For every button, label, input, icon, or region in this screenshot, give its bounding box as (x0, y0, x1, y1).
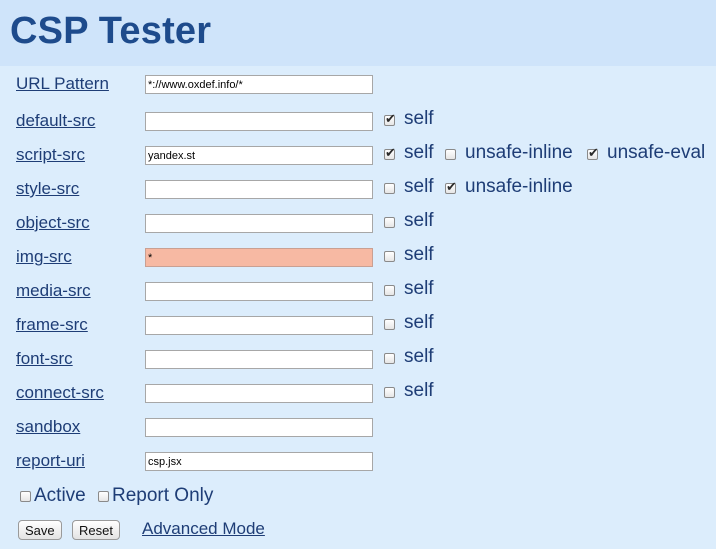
url-pattern-input[interactable] (145, 75, 373, 94)
default-src-self-label: self (404, 108, 434, 129)
report-only-checkbox[interactable] (98, 491, 109, 502)
save-button[interactable]: Save (18, 520, 62, 540)
default-src-input[interactable] (145, 112, 373, 131)
connect-src-self-label: self (404, 380, 434, 401)
connect-src-label[interactable]: connect-src (16, 383, 104, 403)
header-bar: CSP Tester (0, 0, 716, 66)
active-checkbox[interactable] (20, 491, 31, 502)
font-src-label[interactable]: font-src (16, 349, 73, 369)
row-report-uri: report-uri (0, 444, 716, 478)
script-src-input[interactable] (145, 146, 373, 165)
media-src-self-checkbox[interactable] (384, 285, 395, 296)
advanced-mode-link[interactable]: Advanced Mode (142, 519, 265, 539)
frame-src-self-label: self (404, 312, 434, 333)
script-src-self-label: self (404, 142, 434, 163)
row-script-src: script-src ✔ self unsafe-inline ✔ unsafe… (0, 138, 716, 172)
default-src-label[interactable]: default-src (16, 111, 95, 131)
style-src-self-label: self (404, 176, 434, 197)
active-label: Active (34, 485, 86, 506)
script-src-label[interactable]: script-src (16, 145, 85, 165)
default-src-self-checkbox[interactable]: ✔ (384, 111, 396, 126)
font-src-input[interactable] (145, 350, 373, 369)
media-src-label[interactable]: media-src (16, 281, 91, 301)
checkmark-icon: ✔ (385, 111, 396, 126)
frame-src-input[interactable] (145, 316, 373, 335)
page-title: CSP Tester (10, 10, 212, 52)
script-src-unsafe-eval-label: unsafe-eval (607, 142, 706, 163)
row-url-pattern: URL Pattern (0, 67, 716, 101)
frame-src-label[interactable]: frame-src (16, 315, 88, 335)
row-default-src: default-src ✔ self (0, 104, 716, 138)
font-src-self-label: self (404, 346, 434, 367)
script-src-unsafe-inline-checkbox[interactable] (445, 149, 456, 160)
frame-src-self-checkbox[interactable] (384, 319, 395, 330)
row-media-src: media-src self (0, 274, 716, 308)
row-img-src: img-src self (0, 240, 716, 274)
style-src-self-checkbox[interactable] (384, 183, 395, 194)
media-src-input[interactable] (145, 282, 373, 301)
row-frame-src: frame-src self (0, 308, 716, 342)
img-src-self-checkbox[interactable] (384, 251, 395, 262)
object-src-self-checkbox[interactable] (384, 217, 395, 228)
checkmark-icon: ✔ (588, 145, 599, 160)
sandbox-input[interactable] (145, 418, 373, 437)
row-style-src: style-src self ✔ unsafe-inline (0, 172, 716, 206)
script-src-unsafe-eval-checkbox[interactable]: ✔ (587, 145, 599, 160)
img-src-self-label: self (404, 244, 434, 265)
row-connect-src: connect-src self (0, 376, 716, 410)
img-src-label[interactable]: img-src (16, 247, 72, 267)
style-src-input[interactable] (145, 180, 373, 199)
report-uri-input[interactable] (145, 452, 373, 471)
object-src-label[interactable]: object-src (16, 213, 90, 233)
report-uri-label[interactable]: report-uri (16, 451, 85, 471)
connect-src-input[interactable] (145, 384, 373, 403)
reset-button[interactable]: Reset (72, 520, 120, 540)
report-only-label: Report Only (112, 485, 214, 506)
row-font-src: font-src self (0, 342, 716, 376)
row-object-src: object-src self (0, 206, 716, 240)
style-src-label[interactable]: style-src (16, 179, 79, 199)
media-src-self-label: self (404, 278, 434, 299)
script-src-self-checkbox[interactable]: ✔ (384, 145, 396, 160)
font-src-self-checkbox[interactable] (384, 353, 395, 364)
checkmark-icon: ✔ (446, 179, 457, 194)
object-src-self-label: self (404, 210, 434, 231)
connect-src-self-checkbox[interactable] (384, 387, 395, 398)
style-src-unsafe-inline-checkbox[interactable]: ✔ (445, 179, 457, 194)
script-src-unsafe-inline-label: unsafe-inline (465, 142, 573, 163)
img-src-input[interactable] (145, 248, 373, 267)
style-src-unsafe-inline-label: unsafe-inline (465, 176, 573, 197)
url-pattern-label[interactable]: URL Pattern (16, 74, 109, 94)
sandbox-label[interactable]: sandbox (16, 417, 80, 437)
object-src-input[interactable] (145, 214, 373, 233)
row-sandbox: sandbox (0, 410, 716, 444)
checkmark-icon: ✔ (385, 145, 396, 160)
